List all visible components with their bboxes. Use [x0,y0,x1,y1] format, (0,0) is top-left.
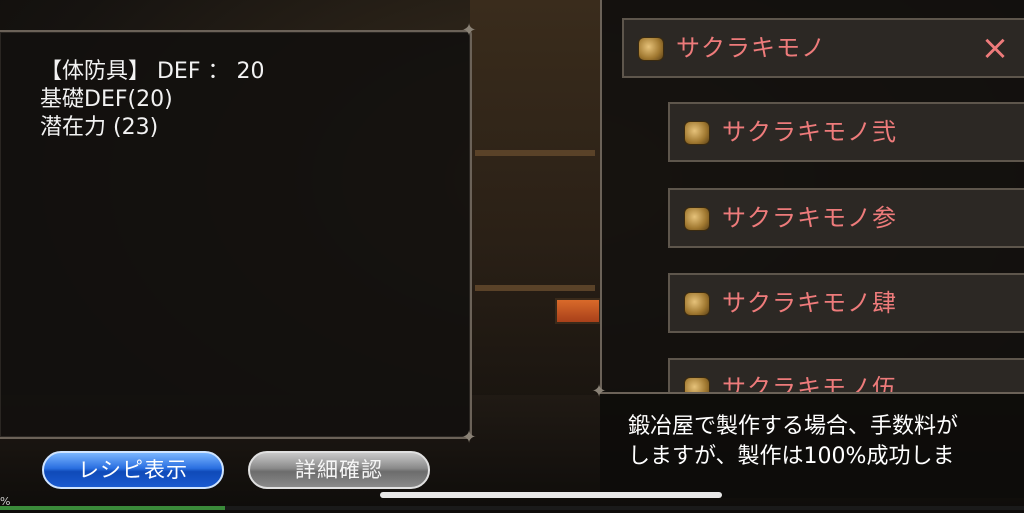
stat-def-line: 【体防具】 DEF ： 20 [40,59,265,84]
detail-check-button[interactable]: 詳細確認 [248,451,430,489]
close-icon[interactable]: × [978,30,1012,66]
background-lamp [555,298,601,324]
kimono-item-icon [684,207,710,231]
kimono-item-icon [638,37,664,61]
show-recipe-button[interactable]: レシピ表示 [42,451,224,489]
background-wall [470,0,600,400]
background-shelf [475,150,595,156]
list-item-label: サクラキモノ肆 [722,289,897,317]
list-item[interactable]: サクラキモノ肆 [668,273,1024,333]
corner-ornament-icon: ✦ [591,381,607,402]
kimono-item-icon [684,292,710,316]
corner-ornament-icon: ✦ [461,20,477,41]
stat-base-def-line: 基礎DEF(20) [40,87,173,112]
home-indicator[interactable] [380,492,722,498]
kimono-item-icon [684,121,710,145]
message-line-2: しますが、製作は100%成功しま [628,444,955,469]
list-item-label: サクラキモノ参 [722,204,897,232]
kimono-item-icon [684,377,710,392]
message-line-1: 鍛冶屋で製作する場合、手数料が [628,414,959,439]
list-item-label: サクラキモノ弐 [722,118,897,146]
list-item[interactable]: サクラキモノ弐 [668,102,1024,162]
equipment-stats-text: 【体防具】 DEF ： 20 基礎DEF(20) 潜在力 (23) [40,58,264,142]
list-item-label: サクラキモノ伍 [722,374,897,392]
progress-fill [0,506,226,510]
progress-label: % [0,495,11,508]
list-item[interactable]: サクラキモノ参 [668,188,1024,248]
background-shelf [475,285,595,291]
selected-item-header[interactable]: サクラキモノ × [622,18,1024,78]
corner-ornament-icon: ✦ [461,427,477,448]
selected-item-label: サクラキモノ [676,34,826,62]
list-item[interactable]: サクラキモノ伍 [668,358,1024,392]
message-box: ✦ 鍛冶屋で製作する場合、手数料が しますが、製作は100%成功しま [591,381,1024,498]
stat-potential-line: 潜在力 (23) [40,115,159,140]
message-text: 鍛冶屋で製作する場合、手数料が しますが、製作は100%成功しま [628,412,958,472]
